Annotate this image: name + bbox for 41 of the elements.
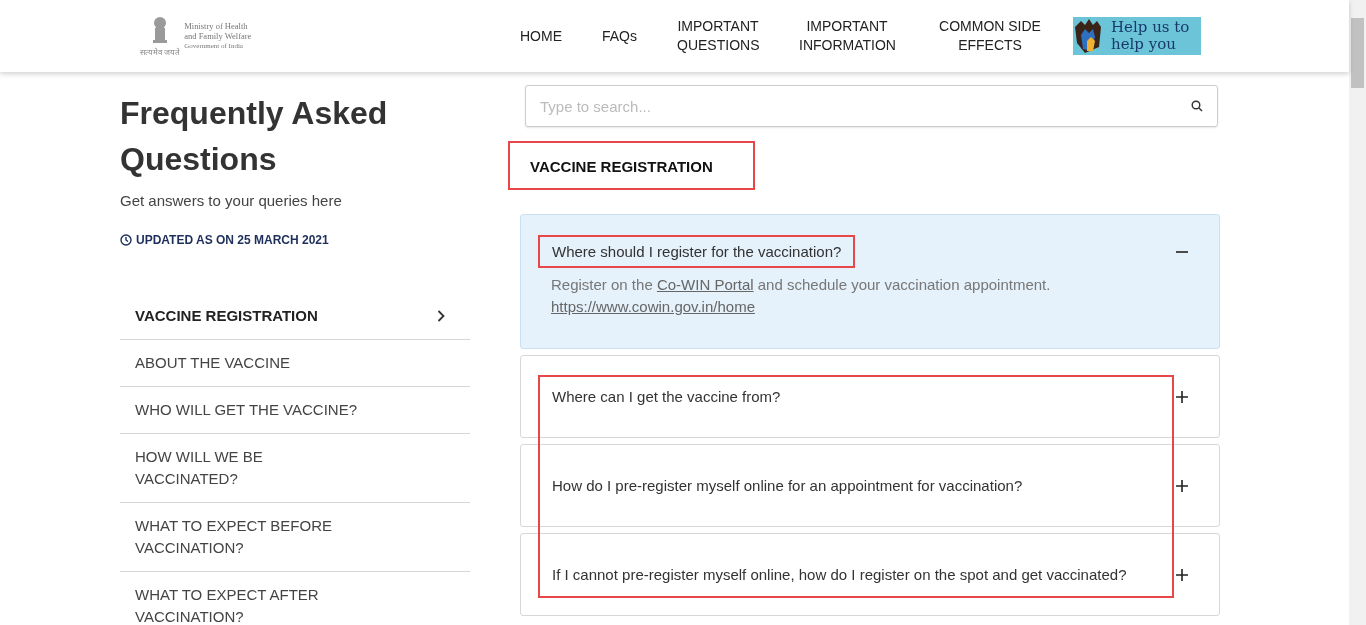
section-heading: VACCINE REGISTRATION [508,141,755,190]
nav-link[interactable]: HOME [500,26,582,46]
search-icon [1191,100,1203,112]
page-subtitle: Get answers to your queries here [120,192,343,209]
sidebar-item[interactable]: VACCINE REGISTRATION [120,293,470,340]
faq-question: Where should I register for the vaccination? [538,235,856,268]
search-field[interactable]: Type to search... [525,85,1218,127]
motto-text: सत्यमेव जयते [140,46,181,57]
sidebar-item[interactable]: HOW WILL WE BE VACCINATED? [120,434,470,503]
sidebar-item[interactable]: ABOUT THE VACCINE [120,340,470,387]
help-banner[interactable]: Help us to help you [1073,17,1201,55]
sidebar-item[interactable]: WHO WILL GET THE VACCINE? [120,387,470,434]
banner-text: help you [1111,36,1177,53]
sidebar-item[interactable]: WHAT TO EXPECT BEFORE VACCINATION? [120,503,470,572]
plus-icon[interactable] [1175,389,1189,404]
logo-text: Ministry of Health [184,21,249,31]
nav-link[interactable]: IMPORTANT INFORMATION [779,17,915,55]
page-title: Frequently Asked Questions [120,94,389,179]
sidebar-item[interactable]: WHAT TO EXPECT AFTER VACCINATION? [120,572,470,625]
faq-item[interactable]: If I cannot pre-register myself online, how do I register on the spot and get vaccinated? [520,533,1220,616]
faq-answer: Register on the Co-WIN Portal and schedule your vaccination appointment. https://www.cowin.gov.in/home [551,275,1052,317]
nav-link[interactable]: IMPORTANT QUESTIONS [657,17,779,55]
plus-icon[interactable] [1175,478,1189,493]
portal-link[interactable]: Co-WIN Portal [656,276,754,293]
faq-item[interactable]: Where can I get the vaccine from? [520,355,1220,438]
faq-question: Where can I get the vaccine from? [551,387,782,407]
scrollbar[interactable] [1349,0,1366,625]
faq-question: How do I pre-register myself online for an appointment for vaccination? [551,476,1024,496]
banner-text: Help us to [1111,19,1190,36]
plus-icon[interactable] [1175,567,1189,582]
search-input[interactable]: Type to search... [538,96,1191,116]
faq-item[interactable]: Where should I register for the vaccination? Register on the Co-WIN Portal and schedule your vaccination appointment. https://www.cowin.gov.in/home [520,214,1220,349]
clock-icon [120,234,132,246]
faq-item[interactable]: How do I pre-register myself online for an appointment for vaccination? [520,444,1220,527]
logo-text: and Family Welfare [184,31,252,41]
updated-date: UPDATED AS ON 25 MARCH 2021 [136,233,329,247]
nav-link[interactable]: COMMON SIDE EFFECTS [915,17,1065,55]
url-link[interactable]: https://www.cowin.gov.in/home [551,298,755,315]
nav-link[interactable]: FAQs [582,26,657,46]
chevron-right-icon [437,310,445,322]
faq-question: If I cannot pre-register myself online, how do I register on the spot and get vaccinated? [551,565,1128,585]
